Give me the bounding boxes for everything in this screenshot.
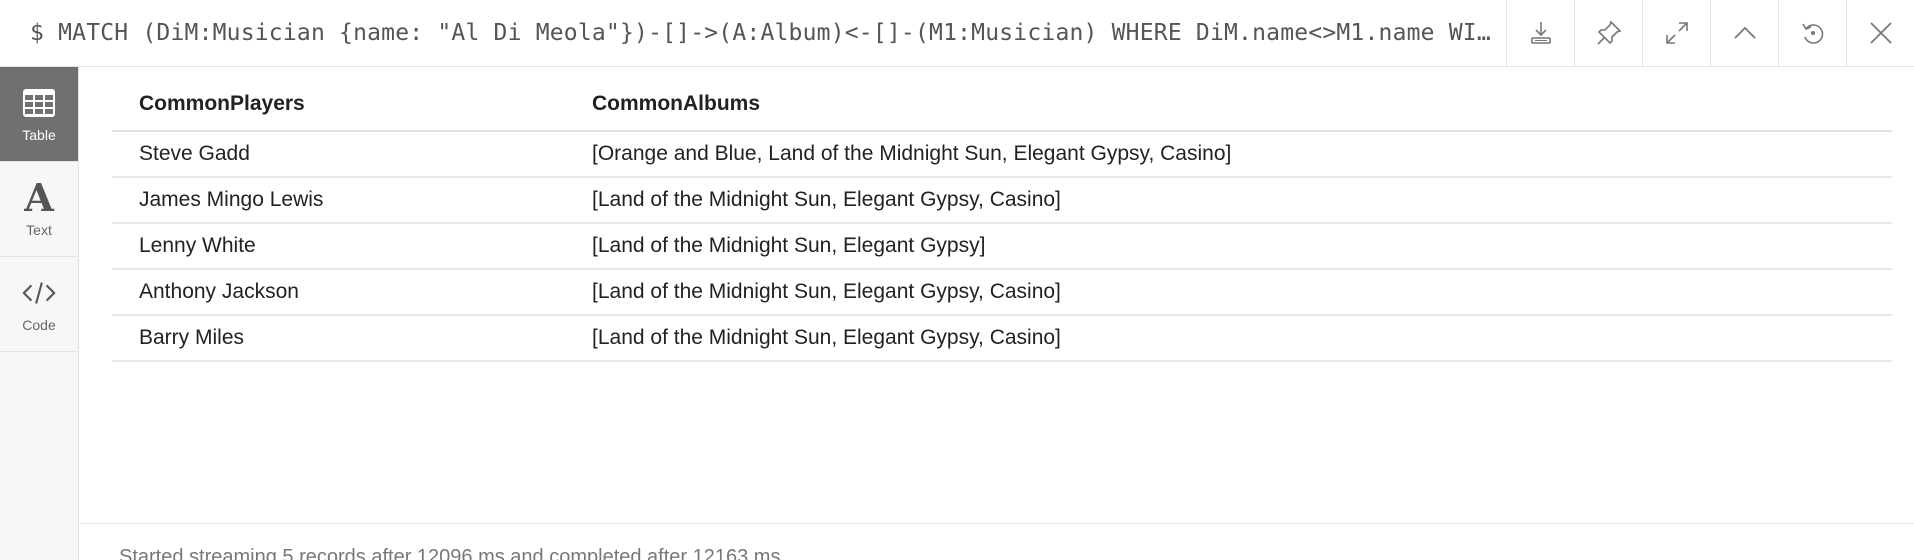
tab-table[interactable]: Table bbox=[0, 67, 78, 162]
status-text: Started streaming 5 records after 12096 … bbox=[119, 546, 787, 560]
fullscreen-button[interactable] bbox=[1642, 0, 1710, 66]
table-cell: Lenny White bbox=[112, 223, 565, 270]
collapse-icon bbox=[1733, 26, 1756, 39]
table-row: Barry Miles [Land of the Midnight Sun, E… bbox=[112, 315, 1892, 362]
result-frame: $ MATCH (DiM:Musician {name: "Al Di Meol… bbox=[0, 0, 1914, 560]
table-cell: Steve Gadd bbox=[112, 131, 565, 178]
frame-toolbar bbox=[1506, 0, 1914, 66]
tab-text-label: Text bbox=[26, 222, 52, 238]
tab-text[interactable]: A Text bbox=[0, 162, 78, 257]
column-header: CommonPlayers bbox=[112, 77, 565, 132]
tab-code-label: Code bbox=[22, 317, 56, 333]
table-row: Lenny White [Land of the Midnight Sun, E… bbox=[112, 223, 1892, 270]
pin-button[interactable] bbox=[1574, 0, 1642, 66]
collapse-button[interactable] bbox=[1710, 0, 1778, 66]
view-sidebar: Table A Text Code bbox=[0, 67, 79, 560]
download-button[interactable] bbox=[1506, 0, 1574, 66]
table-cell: [Land of the Midnight Sun, Elegant Gypsy… bbox=[565, 269, 1892, 316]
table-cell: [Orange and Blue, Land of the Midnight S… bbox=[565, 131, 1892, 178]
results-table: CommonPlayers CommonAlbums Steve Gadd [O… bbox=[112, 77, 1892, 362]
results-panel: CommonPlayers CommonAlbums Steve Gadd [O… bbox=[79, 67, 1914, 522]
rerun-icon bbox=[1801, 23, 1823, 44]
expand-icon bbox=[1665, 22, 1688, 44]
tab-table-label: Table bbox=[22, 127, 56, 143]
code-icon bbox=[21, 275, 57, 311]
tab-code[interactable]: Code bbox=[0, 257, 78, 352]
table-row: Anthony Jackson [Land of the Midnight Su… bbox=[112, 269, 1892, 316]
table-cell: [Land of the Midnight Sun, Elegant Gypsy… bbox=[565, 177, 1892, 224]
query-bar: $ MATCH (DiM:Musician {name: "Al Di Meol… bbox=[0, 0, 1914, 67]
query-text[interactable]: $ MATCH (DiM:Musician {name: "Al Di Meol… bbox=[0, 20, 1506, 46]
download-icon bbox=[1530, 22, 1551, 44]
table-cell: James Mingo Lewis bbox=[112, 177, 565, 224]
table-cell: [Land of the Midnight Sun, Elegant Gypsy… bbox=[565, 223, 1892, 270]
close-button[interactable] bbox=[1846, 0, 1914, 66]
table-cell: [Land of the Midnight Sun, Elegant Gypsy… bbox=[565, 315, 1892, 362]
table-row: Steve Gadd [Orange and Blue, Land of the… bbox=[112, 131, 1892, 178]
status-bar: Started streaming 5 records after 12096 … bbox=[79, 523, 1914, 560]
table-row: James Mingo Lewis [Land of the Midnight … bbox=[112, 177, 1892, 224]
table-icon bbox=[21, 85, 57, 121]
table-cell: Anthony Jackson bbox=[112, 269, 565, 316]
rerun-button[interactable] bbox=[1778, 0, 1846, 66]
close-icon bbox=[1869, 22, 1892, 44]
table-cell: Barry Miles bbox=[112, 315, 565, 362]
text-icon: A bbox=[24, 175, 54, 220]
column-header: CommonAlbums bbox=[565, 77, 1892, 132]
table-header-row: CommonPlayers CommonAlbums bbox=[112, 77, 1892, 132]
pin-icon bbox=[1596, 20, 1621, 45]
